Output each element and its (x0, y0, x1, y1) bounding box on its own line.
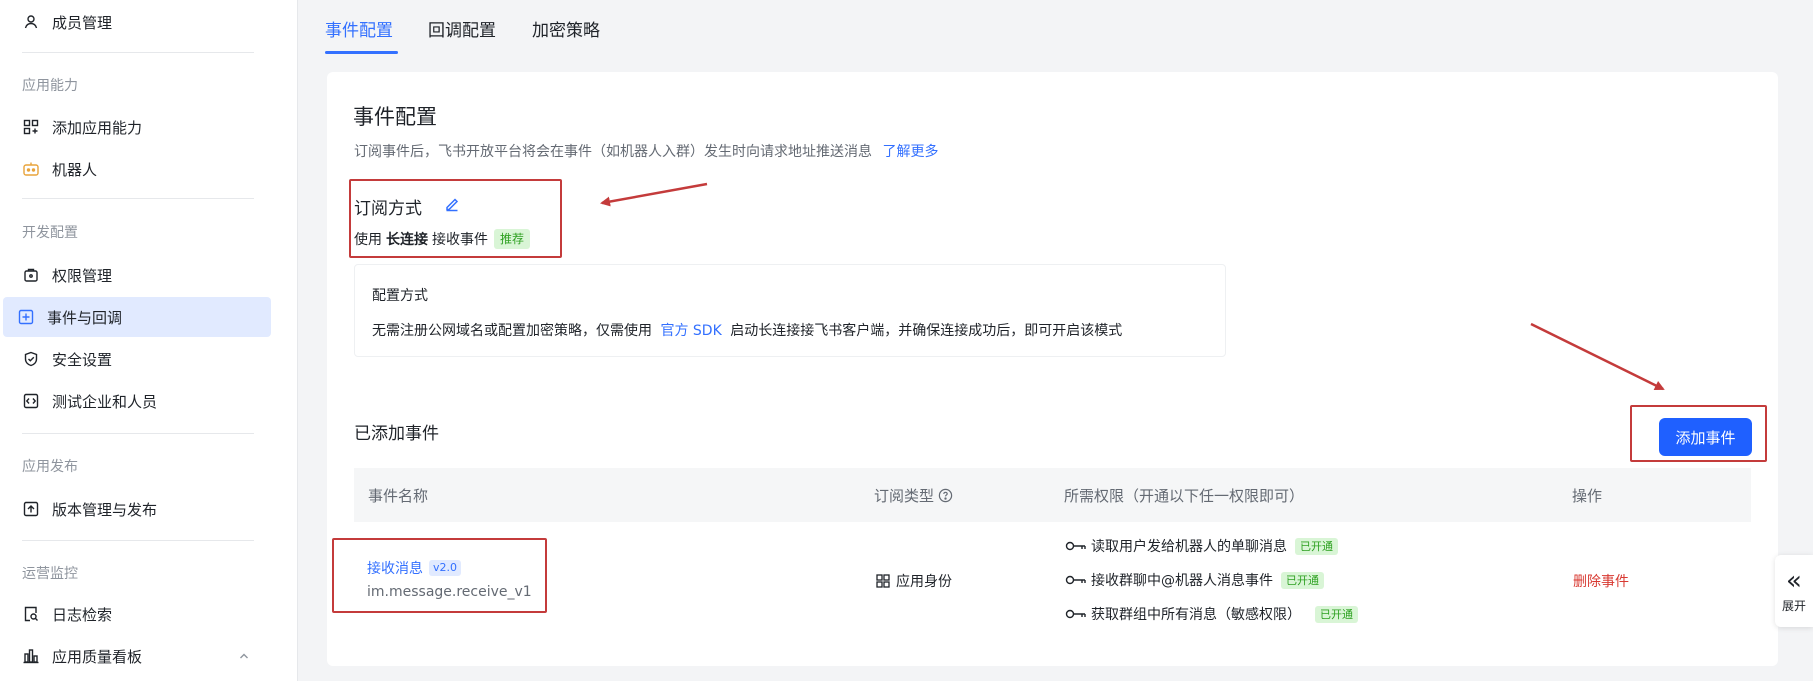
sidebar-item-label: 日志检索 (52, 605, 113, 624)
page-description: 订阅事件后，飞书开放平台将会在事件（如机器人入群）发生时向请求地址推送消息 了解… (354, 141, 938, 161)
permission-item: 读取用户发给机器人的单聊消息 已开通 (1065, 536, 1338, 556)
header-subscription-type-label: 订阅类型 (874, 487, 935, 505)
header-actions: 操作 (1572, 487, 1603, 505)
help-circle-icon[interactable] (938, 488, 953, 503)
subscription-prefix: 使用 (354, 232, 382, 248)
sidebar-item-label: 添加应用能力 (52, 118, 143, 137)
sidebar-item-events-callbacks[interactable]: 事件与回调 (3, 297, 271, 337)
added-events-title: 已添加事件 (354, 424, 439, 444)
status-badge: 已开通 (1281, 571, 1324, 589)
sidebar-item-version-release[interactable]: 版本管理与发布 (8, 489, 270, 529)
sdk-link[interactable]: 官方 SDK (660, 323, 721, 339)
log-search-icon (22, 605, 40, 623)
header-event-name: 事件名称 (368, 487, 429, 505)
events-table-header: 事件名称 订阅类型 所需权限（开通以下任一权限即可） 操作 (354, 468, 1751, 522)
header-subscription-type: 订阅类型 (874, 485, 953, 506)
sidebar: 成员管理 应用能力 添加应用能力 机器人 开发配置 权限管理 事件与回调 安全设… (0, 0, 298, 681)
status-badge: 已开通 (1315, 605, 1358, 623)
header-required-permissions: 所需权限（开通以下任一权限即可） (1064, 487, 1305, 505)
tab-event-config[interactable]: 事件配置 (325, 16, 393, 41)
delete-event-button[interactable]: 删除事件 (1573, 571, 1629, 591)
app-grid-icon (876, 574, 890, 588)
sidebar-item-label: 权限管理 (52, 266, 113, 285)
page-title: 事件配置 (353, 105, 437, 129)
edit-icon[interactable] (444, 196, 460, 212)
event-name-cell: 接收消息 v2.0 (367, 558, 462, 578)
lock-icon (22, 266, 40, 284)
upload-icon (22, 500, 40, 518)
config-text-before: 无需注册公网域名或配置加密策略，仅需使用 (372, 323, 652, 339)
learn-more-link[interactable]: 了解更多 (882, 144, 938, 160)
subscription-type-value: 应用身份 (896, 574, 952, 590)
expand-panel-button[interactable]: « 展开 (1775, 555, 1813, 627)
key-icon (1065, 575, 1086, 585)
config-info-box: 配置方式 无需注册公网域名或配置加密策略，仅需使用 官方 SDK 启动长连接接飞… (354, 264, 1226, 357)
section-label-ops-monitor: 运营监控 (22, 566, 78, 582)
divider (22, 198, 254, 199)
status-badge: 已开通 (1295, 537, 1338, 555)
section-label-dev-config: 开发配置 (22, 225, 78, 241)
event-key: im.message.receive_v1 (367, 584, 532, 600)
description-text: 订阅事件后，飞书开放平台将会在事件（如机器人入群）发生时向请求地址推送消息 (354, 144, 872, 160)
permission-label: 读取用户发给机器人的单聊消息 (1091, 539, 1287, 555)
sidebar-item-log-search[interactable]: 日志检索 (8, 594, 270, 634)
sidebar-item-test-enterprise[interactable]: 测试企业和人员 (8, 381, 270, 421)
subscription-method: 使用 长连接 接收事件 推荐 (354, 229, 531, 249)
permission-item: 获取群组中所有消息（敏感权限） 已开通 (1065, 604, 1358, 624)
subscription-type-cell: 应用身份 (876, 571, 952, 591)
sidebar-item-member-mgmt[interactable]: 成员管理 (8, 2, 270, 42)
section-label-app-capability: 应用能力 (22, 78, 78, 94)
event-icon (17, 308, 35, 326)
subscription-suffix: 接收事件 (432, 232, 488, 248)
permission-label: 接收群聊中@机器人消息事件 (1091, 573, 1273, 589)
section-label-app-release: 应用发布 (22, 459, 78, 475)
sidebar-item-security-settings[interactable]: 安全设置 (8, 339, 270, 379)
sidebar-item-label: 成员管理 (52, 13, 113, 32)
grid-plus-icon (22, 118, 40, 136)
permission-item: 接收群聊中@机器人消息事件 已开通 (1065, 570, 1324, 590)
recommend-badge: 推荐 (494, 229, 531, 249)
subscription-method-value: 长连接 (386, 232, 428, 248)
permission-label: 获取群组中所有消息（敏感权限） (1091, 607, 1301, 623)
sidebar-item-label: 版本管理与发布 (52, 500, 158, 519)
sidebar-item-label: 测试企业和人员 (52, 392, 158, 411)
sidebar-item-quality-dashboard[interactable]: 应用质量看板 (8, 636, 270, 676)
key-icon (1065, 609, 1086, 619)
robot-icon (22, 160, 40, 178)
sidebar-item-label: 安全设置 (52, 350, 113, 369)
expand-label: 展开 (1781, 598, 1806, 613)
sidebar-item-label: 机器人 (52, 160, 98, 179)
sidebar-item-label: 事件与回调 (47, 308, 123, 327)
config-text: 无需注册公网域名或配置加密策略，仅需使用 官方 SDK 启动长连接接飞书客户端，… (372, 320, 1122, 340)
config-title: 配置方式 (372, 288, 428, 304)
version-badge: v2.0 (429, 560, 462, 576)
user-icon (22, 13, 40, 31)
add-event-button[interactable]: 添加事件 (1659, 418, 1752, 456)
sidebar-item-bot[interactable]: 机器人 (8, 149, 270, 189)
event-name-link[interactable]: 接收消息 (367, 558, 423, 578)
tab-encryption-policy[interactable]: 加密策略 (532, 16, 600, 41)
config-text-after: 启动长连接接飞书客户端，并确保连接成功后，即可开启该模式 (730, 323, 1123, 339)
active-tab-indicator (325, 51, 398, 54)
code-icon (22, 392, 40, 410)
shield-icon (22, 350, 40, 368)
chevron-up-icon[interactable] (238, 650, 250, 662)
double-chevron-left-icon: « (1786, 565, 1802, 596)
tab-callback-config[interactable]: 回调配置 (428, 16, 496, 41)
event-config-card (327, 72, 1778, 666)
sidebar-item-add-capability[interactable]: 添加应用能力 (8, 107, 270, 147)
bar-chart-icon (22, 647, 40, 665)
divider (22, 540, 254, 541)
key-icon (1065, 541, 1086, 551)
subscription-title: 订阅方式 (354, 199, 422, 219)
sidebar-item-label: 应用质量看板 (52, 647, 143, 666)
sidebar-item-permission-mgmt[interactable]: 权限管理 (8, 255, 270, 295)
divider (22, 52, 254, 53)
divider (22, 433, 254, 434)
